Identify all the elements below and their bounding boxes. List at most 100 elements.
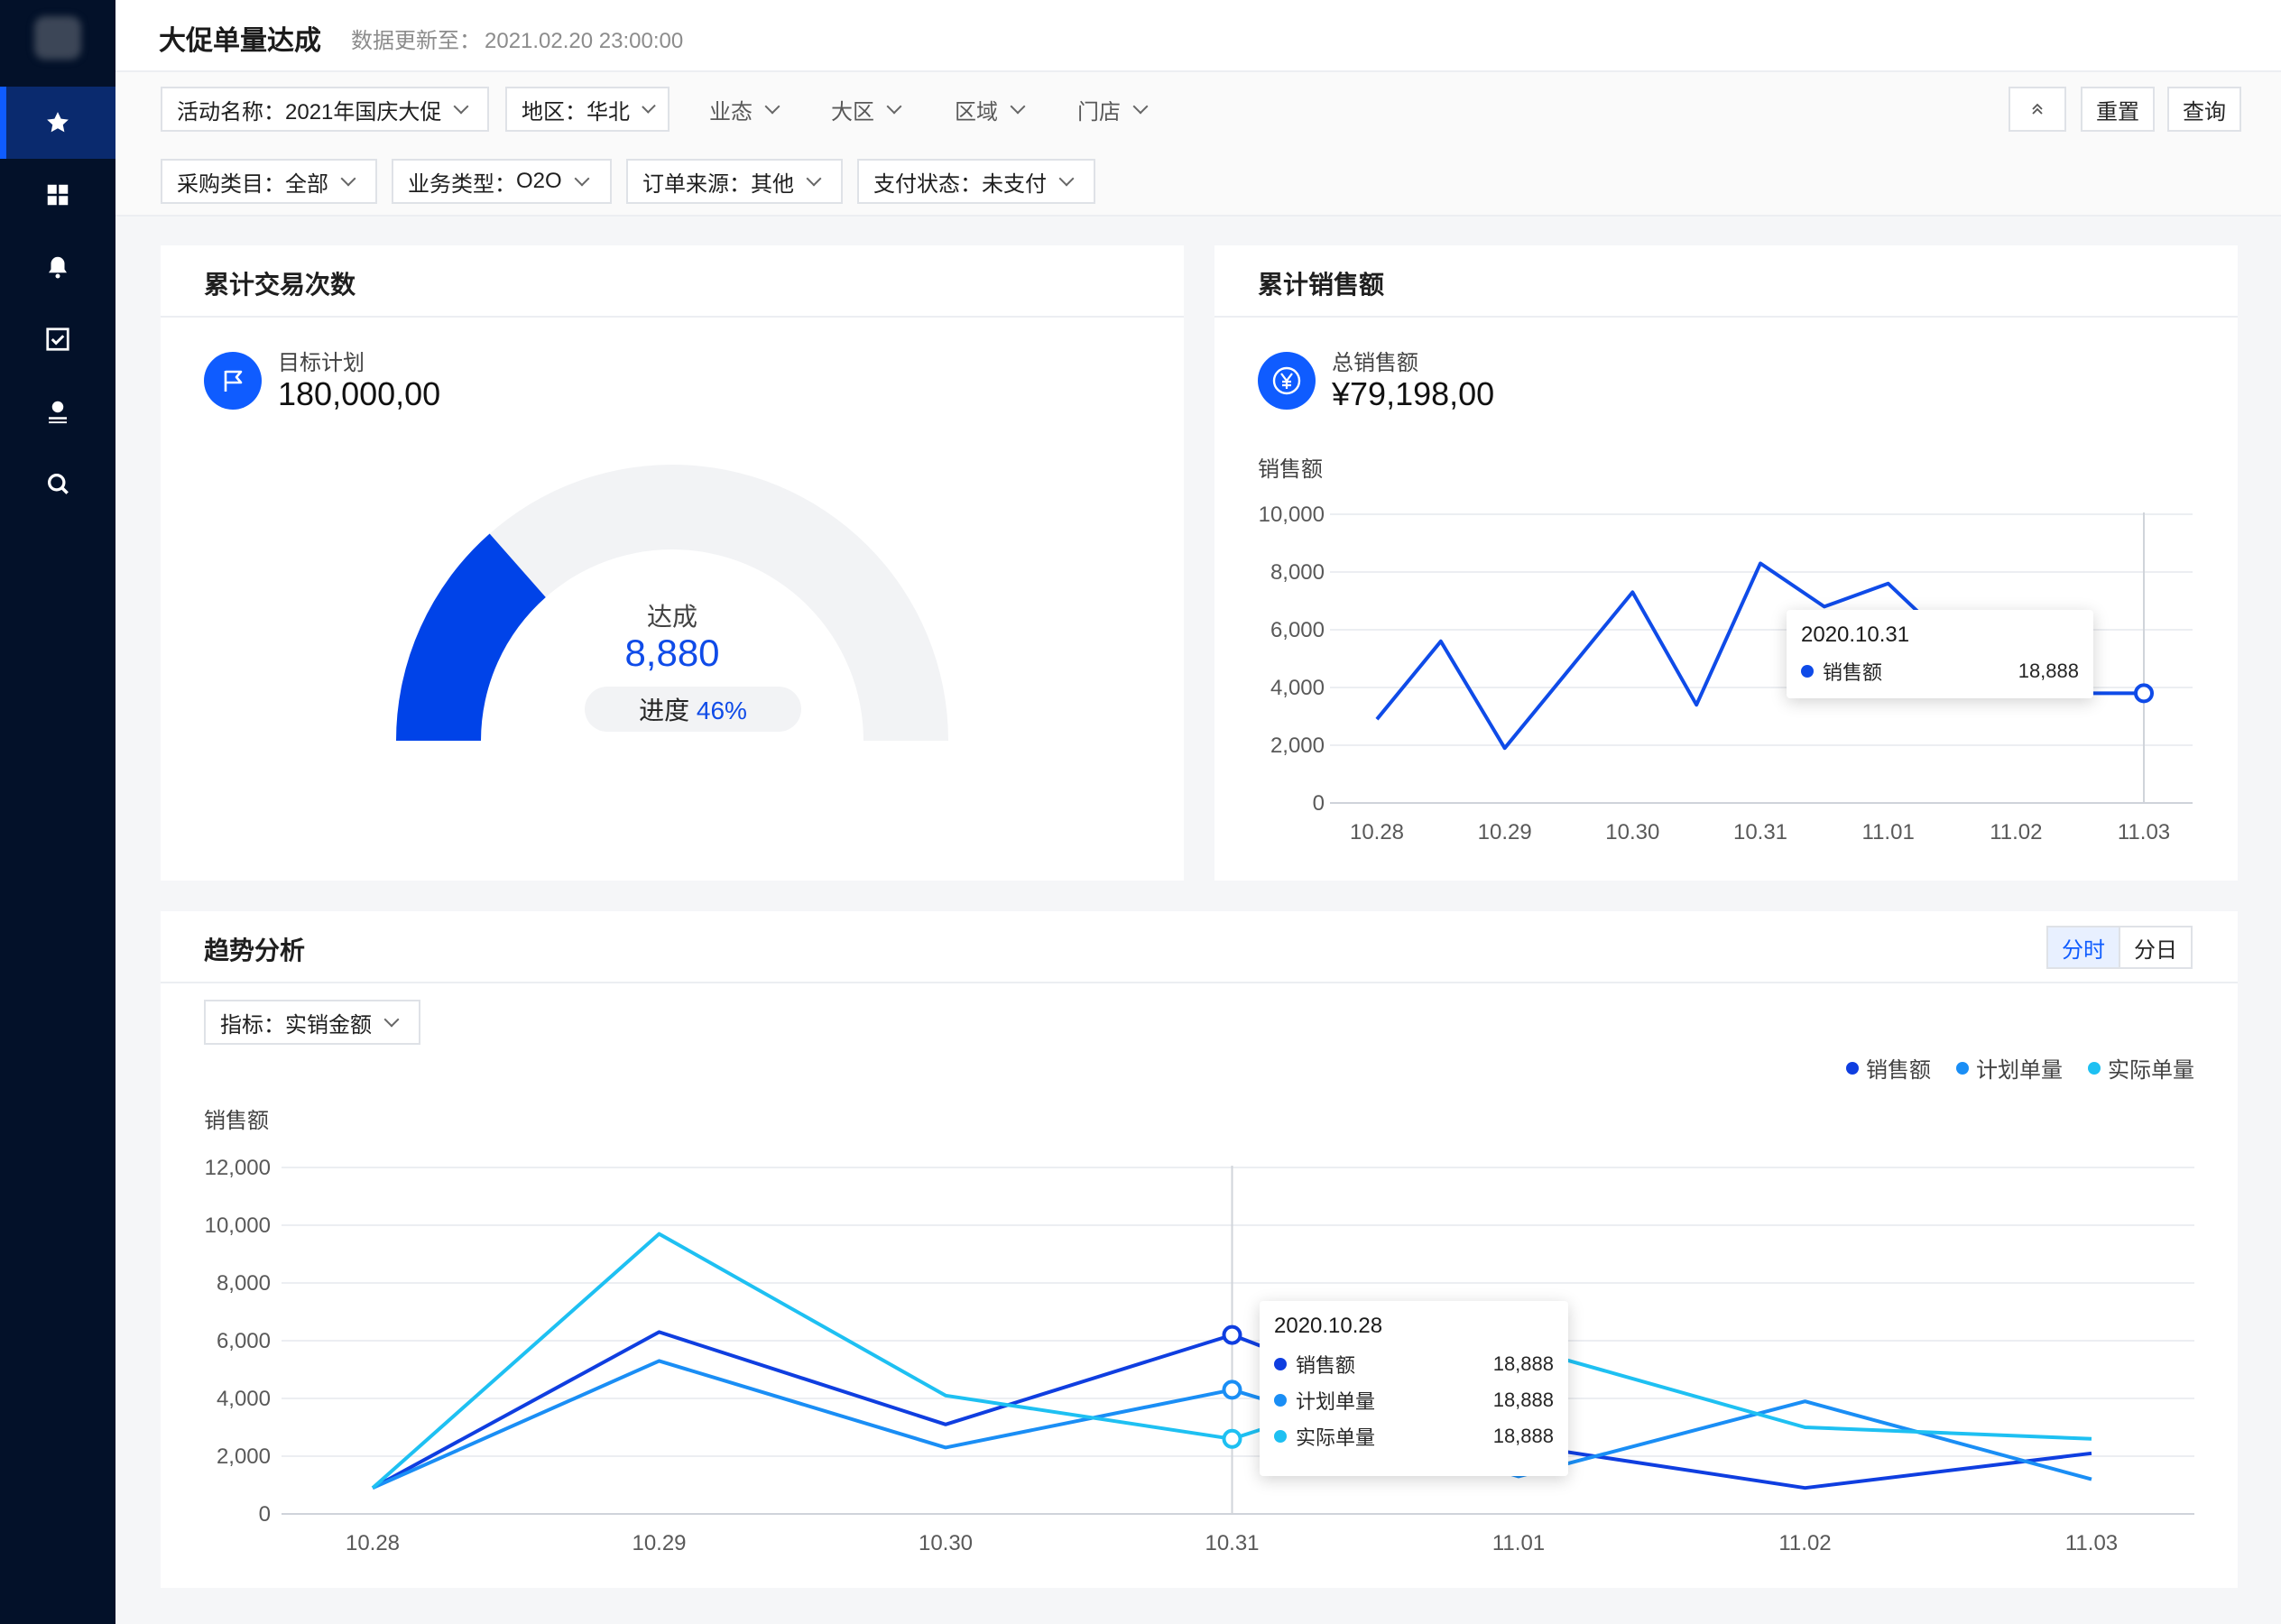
filter-label: 区域 xyxy=(955,99,998,125)
double-chevron-up-icon xyxy=(2032,103,2043,115)
filter-area[interactable]: 区域 xyxy=(938,87,1039,132)
y-tick-label: 4,000 xyxy=(217,1387,271,1411)
chart-tooltip: 2020.10.28 销售额 18,888 计划单量 18,888 实际单量 1… xyxy=(1260,1301,1568,1476)
data-point-marker xyxy=(1222,1324,1242,1345)
user-icon xyxy=(49,401,67,424)
y-tick-label: 10,000 xyxy=(205,1213,271,1238)
y-tick-label: 0 xyxy=(1313,791,1325,816)
data-point-marker xyxy=(1222,1428,1242,1449)
filter-label: 支付状态： xyxy=(873,171,982,197)
x-tick-label: 11.02 xyxy=(1990,820,2042,844)
y-tick-label: 12,000 xyxy=(205,1156,271,1180)
tooltip-row: 实际单量 18,888 xyxy=(1274,1422,1554,1451)
filter-label: 订单来源： xyxy=(642,171,751,197)
sidebar-item-tasks[interactable] xyxy=(0,303,115,375)
chevron-down-icon xyxy=(886,98,902,115)
data-point-marker xyxy=(1222,1379,1242,1400)
tooltip-series-name: 实际单量 xyxy=(1296,1426,1376,1449)
sidebar-item-search[interactable] xyxy=(0,448,115,520)
query-button[interactable]: 查询 xyxy=(2167,87,2241,132)
tooltip-series-name: 销售额 xyxy=(1296,1354,1356,1377)
x-tick-label: 10.29 xyxy=(1478,820,1532,844)
progress-label: 进度 xyxy=(639,697,690,724)
chevron-down-icon xyxy=(642,99,656,114)
page-title: 大促单量达成 xyxy=(159,26,321,56)
filter-payment-status[interactable]: 支付状态： 未支付 xyxy=(857,159,1095,204)
chevron-down-icon xyxy=(806,171,822,187)
x-tick-label: 11.01 xyxy=(1492,1531,1545,1555)
logo xyxy=(34,16,81,60)
filter-value: O2O xyxy=(516,169,562,193)
filter-region[interactable]: 地区： 华北 xyxy=(505,87,670,132)
chevron-down-icon xyxy=(574,171,590,187)
filter-business-type[interactable]: 业务类型： O2O xyxy=(392,159,612,204)
filter-activity-name[interactable]: 活动名称： 2021年国庆大促 xyxy=(161,87,489,132)
filter-order-source[interactable]: 订单来源： 其他 xyxy=(626,159,843,204)
x-tick-label: 10.30 xyxy=(919,1531,973,1555)
y-tick-label: 4,000 xyxy=(1270,676,1325,700)
gauge-label: 达成 xyxy=(646,603,697,631)
y-tick-label: 10,000 xyxy=(1259,503,1325,527)
chevron-down-icon xyxy=(764,98,780,115)
tooltip-row: 销售额 18,888 xyxy=(1801,657,2079,686)
x-tick-label: 11.03 xyxy=(2118,820,2170,844)
y-tick-label: 2,000 xyxy=(1270,734,1325,758)
x-tick-label: 11.02 xyxy=(1778,1531,1831,1555)
tooltip-series-value: 18,888 xyxy=(1492,1352,1554,1375)
series-dot xyxy=(1274,1394,1287,1407)
tooltip-title: 2020.10.31 xyxy=(1801,623,1910,647)
tooltip-row: 计划单量 18,888 xyxy=(1274,1386,1554,1415)
x-tick-label: 10.31 xyxy=(1733,820,1787,844)
update-time-label: 数据更新至： xyxy=(351,29,481,53)
collapse-filters-button[interactable] xyxy=(2009,87,2066,132)
transactions-card: 累计交易次数 目标计划 180,000,00 达成 8,880 进度 46% xyxy=(161,245,1184,881)
sidebar-item-favorites[interactable] xyxy=(0,87,115,159)
sidebar-item-dashboard[interactable] xyxy=(0,159,115,231)
y-tick-label: 2,000 xyxy=(217,1444,271,1469)
update-time: 数据更新至： 2021.02.20 23:00:00 xyxy=(347,23,683,54)
filter-label: 活动名称： xyxy=(177,99,285,125)
filter-label: 业务类型： xyxy=(408,171,516,197)
filter-business-format[interactable]: 业态 xyxy=(693,87,794,132)
filter-value: 全部 xyxy=(285,171,328,197)
sidebar-item-profile[interactable] xyxy=(0,375,115,448)
x-tick-label: 10.30 xyxy=(1605,820,1659,844)
progress-text: 进度 46% xyxy=(585,691,801,727)
gauge-value: 8,880 xyxy=(624,632,720,674)
tooltip-series-name: 计划单量 xyxy=(1296,1390,1376,1413)
sales-card: 累计销售额 总销售额 ¥79,198,00 销售额 0 2,000 4,000 6,0… xyxy=(1214,245,2238,881)
update-time-value: 2021.02.20 23:00:00 xyxy=(485,29,684,53)
grid-icon xyxy=(47,184,69,206)
y-tick-label: 8,000 xyxy=(217,1271,271,1296)
filter-purchase-category[interactable]: 采购类目： 全部 xyxy=(161,159,377,204)
filter-label: 采购类目： xyxy=(177,171,285,197)
filter-bar: 活动名称： 2021年国庆大促 地区： 华北 业态 大区 区域 门店 重置 查询 采… xyxy=(115,72,2281,217)
tooltip-title: 2020.10.28 xyxy=(1274,1314,1383,1338)
x-tick-label: 10.31 xyxy=(1205,1531,1259,1555)
chevron-down-icon xyxy=(453,98,469,115)
series-dot xyxy=(1801,665,1814,678)
tooltip-row: 销售额 18,888 xyxy=(1274,1350,1554,1379)
x-tick-label: 10.28 xyxy=(346,1531,400,1555)
sidebar xyxy=(0,0,115,1624)
filter-label: 门店 xyxy=(1077,99,1121,125)
filter-large-area[interactable]: 大区 xyxy=(815,87,916,132)
y-tick-label: 8,000 xyxy=(1270,560,1325,585)
filter-label: 地区： xyxy=(522,99,586,125)
x-tick-label: 10.28 xyxy=(1350,820,1404,844)
sidebar-item-notifications[interactable] xyxy=(0,231,115,303)
x-tick-label: 10.29 xyxy=(632,1531,686,1555)
search-icon xyxy=(48,474,69,494)
y-tick-label: 6,000 xyxy=(217,1329,271,1353)
data-point-marker xyxy=(2134,683,2154,704)
filter-value: 未支付 xyxy=(982,171,1047,197)
reset-button[interactable]: 重置 xyxy=(2081,87,2155,132)
filter-value: 其他 xyxy=(751,171,794,197)
tooltip-series-name: 销售额 xyxy=(1823,661,1883,684)
y-tick-label: 6,000 xyxy=(1270,618,1325,642)
filter-store[interactable]: 门店 xyxy=(1061,87,1162,132)
x-tick-label: 11.03 xyxy=(2065,1531,2118,1555)
tooltip-series-value: 18,888 xyxy=(1492,1389,1554,1411)
x-tick-label: 11.01 xyxy=(1862,820,1915,844)
chevron-down-icon xyxy=(1058,171,1075,187)
